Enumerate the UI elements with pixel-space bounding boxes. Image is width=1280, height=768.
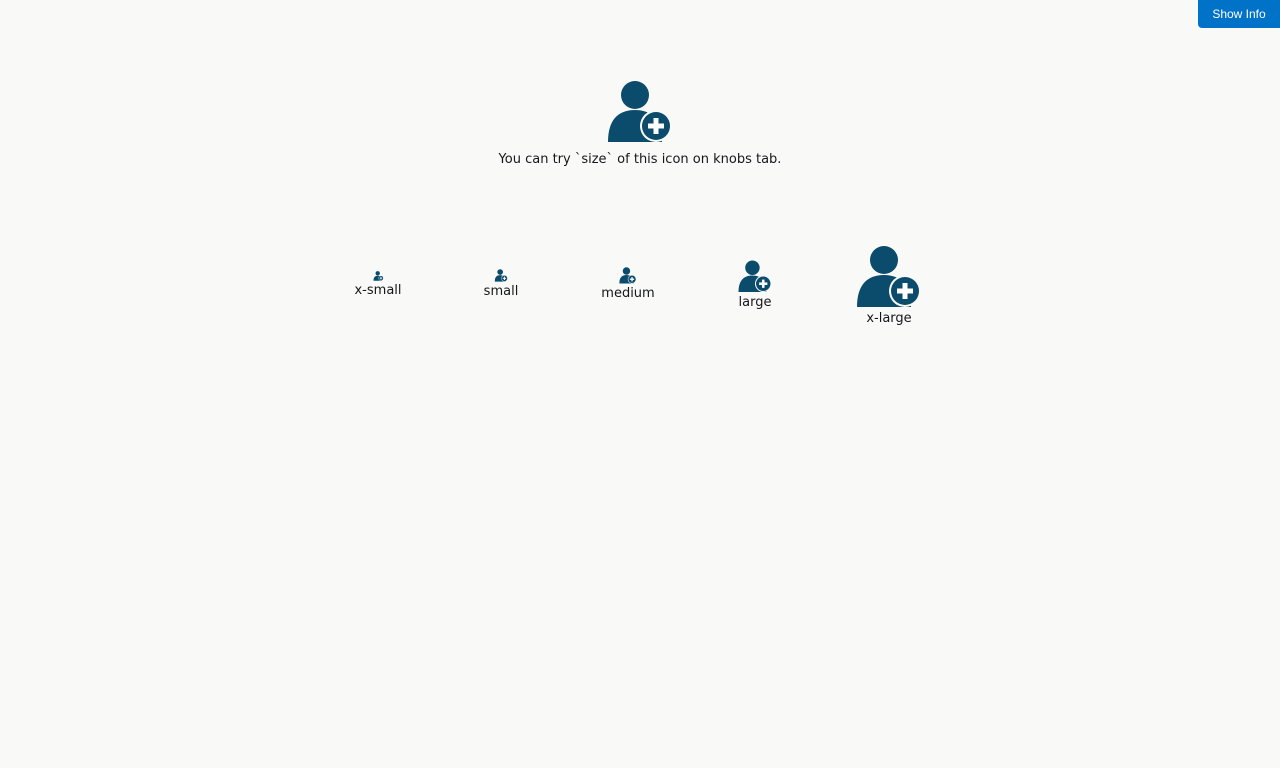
size-item-large: large xyxy=(738,260,772,311)
size-label: x-large xyxy=(866,311,912,326)
icon-size-row: x-small small medium large x-large xyxy=(0,245,1280,335)
add-user-icon xyxy=(738,260,772,293)
hero-description: You can try `size` of this icon on knobs… xyxy=(498,152,782,167)
size-label: medium xyxy=(601,286,655,301)
show-info-button[interactable]: Show Info xyxy=(1198,0,1280,28)
add-user-icon xyxy=(0,80,1280,144)
size-item-medium: medium xyxy=(601,267,655,302)
size-label: x-small xyxy=(354,283,402,298)
size-item-x-small: x-small xyxy=(354,271,402,299)
size-label: large xyxy=(738,295,772,310)
add-user-icon xyxy=(494,269,508,282)
size-label: small xyxy=(483,284,519,299)
hero-section: You can try `size` of this icon on knobs… xyxy=(0,80,1280,168)
add-user-icon xyxy=(857,245,921,309)
add-user-icon xyxy=(619,267,637,284)
size-item-small: small xyxy=(483,269,519,300)
size-item-x-large: x-large xyxy=(857,245,921,327)
add-user-icon xyxy=(372,271,383,281)
